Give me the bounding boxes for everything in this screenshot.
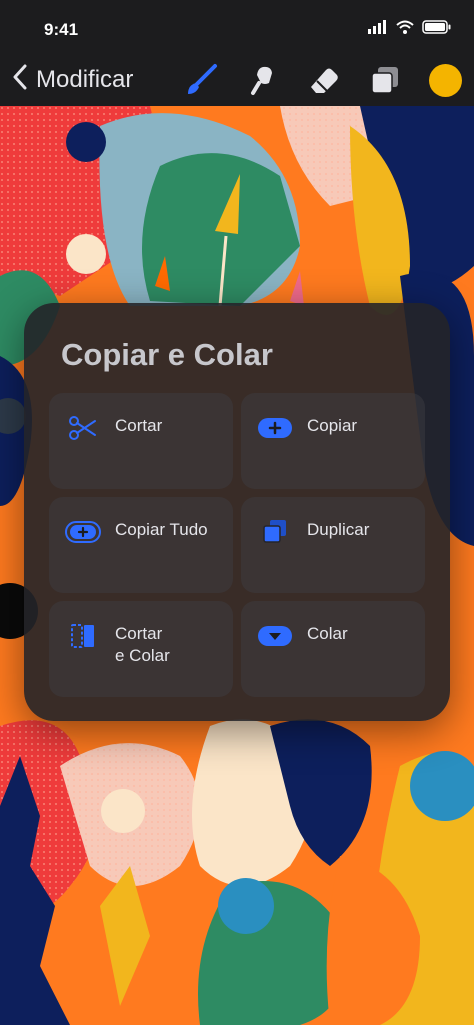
duplicate-icon	[257, 519, 293, 545]
cut-button[interactable]: Cortar	[49, 393, 233, 489]
layers-tool-button[interactable]	[367, 64, 403, 100]
cut-and-paste-label: Cortar e Colar	[115, 623, 225, 667]
eraser-icon	[307, 63, 341, 102]
scissors-icon	[65, 415, 101, 441]
wifi-icon	[396, 20, 414, 39]
cut-and-paste-label-line2: e Colar	[115, 646, 170, 665]
toolbar: Modificar	[0, 58, 474, 106]
status-time: 9:41	[44, 20, 79, 39]
cut-and-paste-button[interactable]: Cortar e Colar	[49, 601, 233, 697]
status-icons	[368, 20, 452, 39]
back-button[interactable]: Modificar	[12, 64, 133, 95]
chevron-left-icon	[12, 64, 28, 95]
copy-label: Copiar	[307, 416, 358, 435]
cut-and-paste-label-line1: Cortar	[115, 624, 163, 643]
paste-label: Colar	[307, 624, 348, 643]
copy-all-button[interactable]: Copiar Tudo	[49, 497, 233, 593]
brush-tool-button[interactable]	[184, 63, 220, 102]
copy-button[interactable]: Copiar	[241, 393, 425, 489]
smudge-tool-button[interactable]	[246, 64, 282, 100]
paste-button[interactable]: Colar	[241, 601, 425, 697]
back-label: Modificar	[36, 65, 134, 93]
cut-paste-icon	[65, 623, 101, 649]
color-picker-button[interactable]	[429, 64, 462, 97]
brush-icon	[185, 63, 219, 102]
layers-icon	[369, 64, 401, 101]
panel-title: Copiar e Colar	[61, 337, 273, 372]
smudge-icon	[247, 63, 281, 102]
status-bar: 9:41	[0, 0, 474, 58]
copy-all-icon	[65, 519, 101, 545]
paste-down-icon	[257, 623, 293, 649]
copy-plus-icon	[257, 415, 293, 441]
copy-all-label: Copiar Tudo	[115, 520, 208, 539]
copy-paste-panel: Copiar e Colar Cortar Copiar Copiar Tudo…	[24, 303, 450, 721]
duplicate-button[interactable]: Duplicar	[241, 497, 425, 593]
signal-icon	[368, 20, 388, 39]
duplicate-label: Duplicar	[307, 520, 370, 539]
battery-icon	[422, 20, 452, 39]
eraser-tool-button[interactable]	[306, 64, 342, 100]
cut-label: Cortar	[115, 416, 163, 435]
